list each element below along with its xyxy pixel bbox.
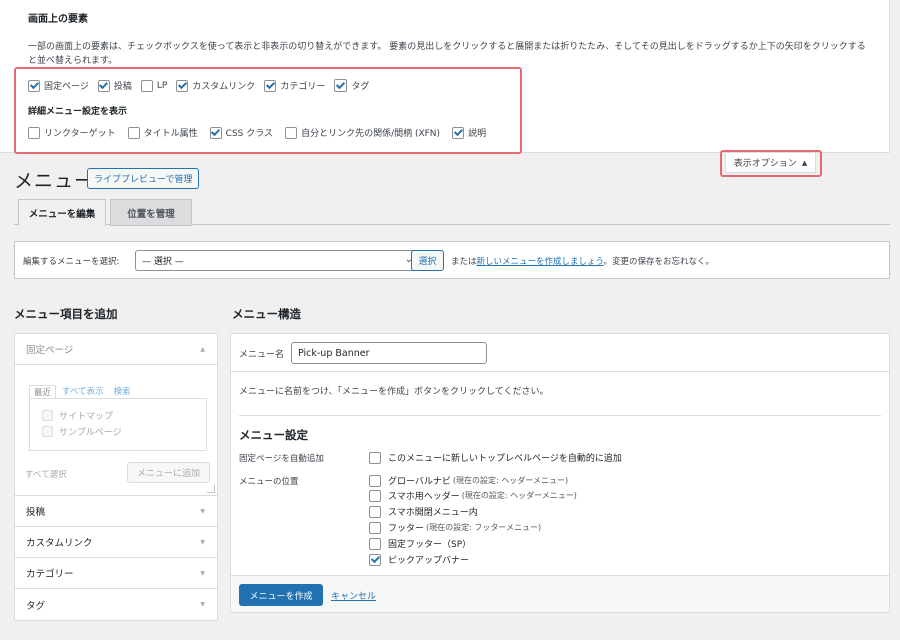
accordion-section-categories[interactable]: カテゴリー ▼ <box>15 558 217 589</box>
checkbox-icon[interactable] <box>97 79 110 92</box>
screen-options-description: 一部の画面上の要素は、チェックボックスを使って表示と非表示の切り替えができます。… <box>28 42 866 66</box>
location-sp-header[interactable]: スマホ用ヘッダー (現在の設定: ヘッダーメニュー) <box>369 489 577 502</box>
checkbox-pages[interactable]: 固定ページ <box>28 79 89 92</box>
menu-name-label: メニュー名 <box>239 350 285 360</box>
page-title: メニュー <box>14 170 95 192</box>
checkbox-icon[interactable] <box>140 79 153 92</box>
checkbox-icon[interactable] <box>285 126 298 139</box>
create-menu-text: または新しいメニューを作成しましょう。変更の保存をお忘れなく。 <box>451 257 715 267</box>
nav-tabs: メニューを編集 位置を管理 <box>14 199 890 226</box>
accordion-section-pages[interactable]: 固定ページ ▲ <box>15 334 217 365</box>
menu-settings-title: メニュー設定 <box>239 428 308 442</box>
checkbox-icon[interactable] <box>369 537 381 550</box>
caret-down-icon: ▼ <box>200 508 205 515</box>
menu-structure-title: メニュー構造 <box>232 307 301 321</box>
tab-recent[interactable]: 最近 <box>29 385 57 398</box>
checkbox-icon[interactable] <box>42 426 53 437</box>
checkbox-icon[interactable] <box>42 410 53 421</box>
select-all-link[interactable]: すべて選択 <box>25 468 67 480</box>
checkbox-icon[interactable] <box>369 505 381 518</box>
screen-options-toggle-highlight: 表示オプション ▲ <box>720 150 822 177</box>
pages-inner-tabs: 最近 すべて表示 検索 <box>29 385 141 398</box>
checkbox-icon[interactable] <box>28 79 40 92</box>
checkbox-icon[interactable] <box>369 474 381 487</box>
accordion-section-posts[interactable]: 投稿 ▼ <box>15 496 217 527</box>
create-menu-link[interactable]: 新しいメニューを作成しましょう <box>477 257 604 267</box>
checkbox-css-classes[interactable]: CSS クラス <box>209 126 273 139</box>
advanced-checkbox-row: リンクターゲット タイトル属性 CSS クラス 自分とリンク先の関係/間柄 (X… <box>28 126 495 139</box>
checkbox-icon[interactable] <box>369 553 381 566</box>
screen-options-toggle-label: 表示オプション <box>733 159 797 169</box>
checkbox-lp[interactable]: LP <box>140 79 167 92</box>
create-menu-button[interactable]: メニューを作成 <box>239 584 323 606</box>
checkbox-posts[interactable]: 投稿 <box>97 79 132 92</box>
checkbox-title-attribute[interactable]: タイトル属性 <box>127 126 198 139</box>
cancel-link[interactable]: キャンセル <box>331 589 376 602</box>
list-item[interactable]: サイトマップ <box>42 409 113 422</box>
menu-location-label: メニューの位置 <box>239 477 299 487</box>
checkbox-icon[interactable] <box>369 489 381 502</box>
auto-add-checkbox[interactable]: このメニューに新しいトップレベルページを自動的に追加 <box>369 451 622 464</box>
checkbox-tags[interactable]: タグ <box>334 79 369 92</box>
auto-add-label: 固定ページを自動追加 <box>239 454 324 464</box>
checkbox-icon[interactable] <box>452 126 465 139</box>
element-checkbox-row: 固定ページ 投稿 LP カスタムリンク カテゴリー タグ <box>28 79 378 92</box>
menu-select-label: 編集するメニューを選択: <box>23 257 120 267</box>
select-button[interactable]: 選択 <box>411 250 444 271</box>
tab-view-all[interactable]: すべて表示 <box>62 385 104 398</box>
menu-footer: メニューを作成 キャンセル <box>231 575 889 612</box>
checkbox-icon[interactable] <box>369 451 381 464</box>
checkbox-icon[interactable] <box>334 79 348 92</box>
caret-up-icon: ▲ <box>801 158 808 167</box>
list-item[interactable]: サンプルページ <box>42 425 122 438</box>
add-items-accordion: 固定ページ ▲ 最近 すべて表示 検索 サイトマップ サンプルページ すべて選択… <box>14 333 218 621</box>
caret-up-icon: ▲ <box>200 346 205 353</box>
location-fixed-footer[interactable]: 固定フッター（SP） <box>369 537 471 550</box>
menu-select-value: — 選択 — <box>142 257 184 267</box>
checkbox-icon[interactable] <box>127 126 140 139</box>
tab-edit-menus[interactable]: メニューを編集 <box>18 199 106 226</box>
accordion-section-tags[interactable]: タグ ▼ <box>15 589 217 620</box>
checkbox-link-target[interactable]: リンクターゲット <box>28 126 116 139</box>
checkbox-categories[interactable]: カテゴリー <box>264 79 325 92</box>
checkbox-icon[interactable] <box>209 126 222 139</box>
checkbox-xfn[interactable]: 自分とリンク先の関係/間柄 (XFN) <box>285 126 440 139</box>
checkbox-icon[interactable] <box>28 126 40 139</box>
checkbox-custom-links[interactable]: カスタムリンク <box>176 79 255 92</box>
tab-search[interactable]: 検索 <box>114 385 131 398</box>
location-pickup-banner[interactable]: ピックアップバナー <box>369 553 469 566</box>
screen-options-toggle[interactable]: 表示オプション ▲ <box>725 153 816 173</box>
caret-down-icon: ▼ <box>200 601 205 608</box>
menu-name-input[interactable]: Pick-up Banner <box>291 342 487 364</box>
advanced-settings-title: 詳細メニュー設定を表示 <box>28 107 128 117</box>
accordion-section-custom-links[interactable]: カスタムリンク ▼ <box>15 527 217 558</box>
location-footer[interactable]: フッター (現在の設定: フッターメニュー) <box>369 521 541 534</box>
screen-options-panel: 画面上の要素 一部の画面上の要素は、チェックボックスを使って表示と非表示の切り替… <box>0 0 890 154</box>
checkbox-description[interactable]: 説明 <box>452 126 486 139</box>
pages-checklist: サイトマップ サンプルページ <box>29 398 207 451</box>
resize-grip-icon[interactable] <box>207 485 215 493</box>
menu-structure-panel: メニュー名 Pick-up Banner メニューに名前をつけ、「メニューを作成… <box>230 333 890 613</box>
checkbox-icon[interactable] <box>369 521 381 534</box>
screen-options-title: 画面上の要素 <box>28 14 88 25</box>
location-sp-drawer[interactable]: スマホ開閉メニュー内 <box>369 505 478 518</box>
location-global-nav[interactable]: グローバルナビ (現在の設定: ヘッダーメニュー) <box>369 474 568 487</box>
accordion-pages-body: 最近 すべて表示 検索 サイトマップ サンプルページ すべて選択 メニューに追加 <box>15 365 217 496</box>
menu-instructions: メニューに名前をつけ、「メニューを作成」ボタンをクリックしてください。 <box>239 387 549 397</box>
add-to-menu-button[interactable]: メニューに追加 <box>127 462 210 483</box>
menu-name-row: メニュー名 Pick-up Banner <box>231 334 889 372</box>
menu-select-bar: 編集するメニューを選択: — 選択 — ⌄ 選択 または新しいメニューを作成しま… <box>14 241 890 279</box>
add-menu-items-title: メニュー項目を追加 <box>14 307 118 321</box>
live-preview-button[interactable]: ライブプレビューで管理 <box>87 168 200 189</box>
divider <box>239 415 881 416</box>
menu-select-dropdown[interactable]: — 選択 — ⌄ <box>135 250 421 271</box>
tab-manage-locations[interactable]: 位置を管理 <box>110 199 192 226</box>
checkbox-icon[interactable] <box>176 79 189 92</box>
caret-down-icon: ▼ <box>200 539 205 546</box>
caret-down-icon: ▼ <box>200 570 205 577</box>
checkbox-icon[interactable] <box>264 79 277 92</box>
